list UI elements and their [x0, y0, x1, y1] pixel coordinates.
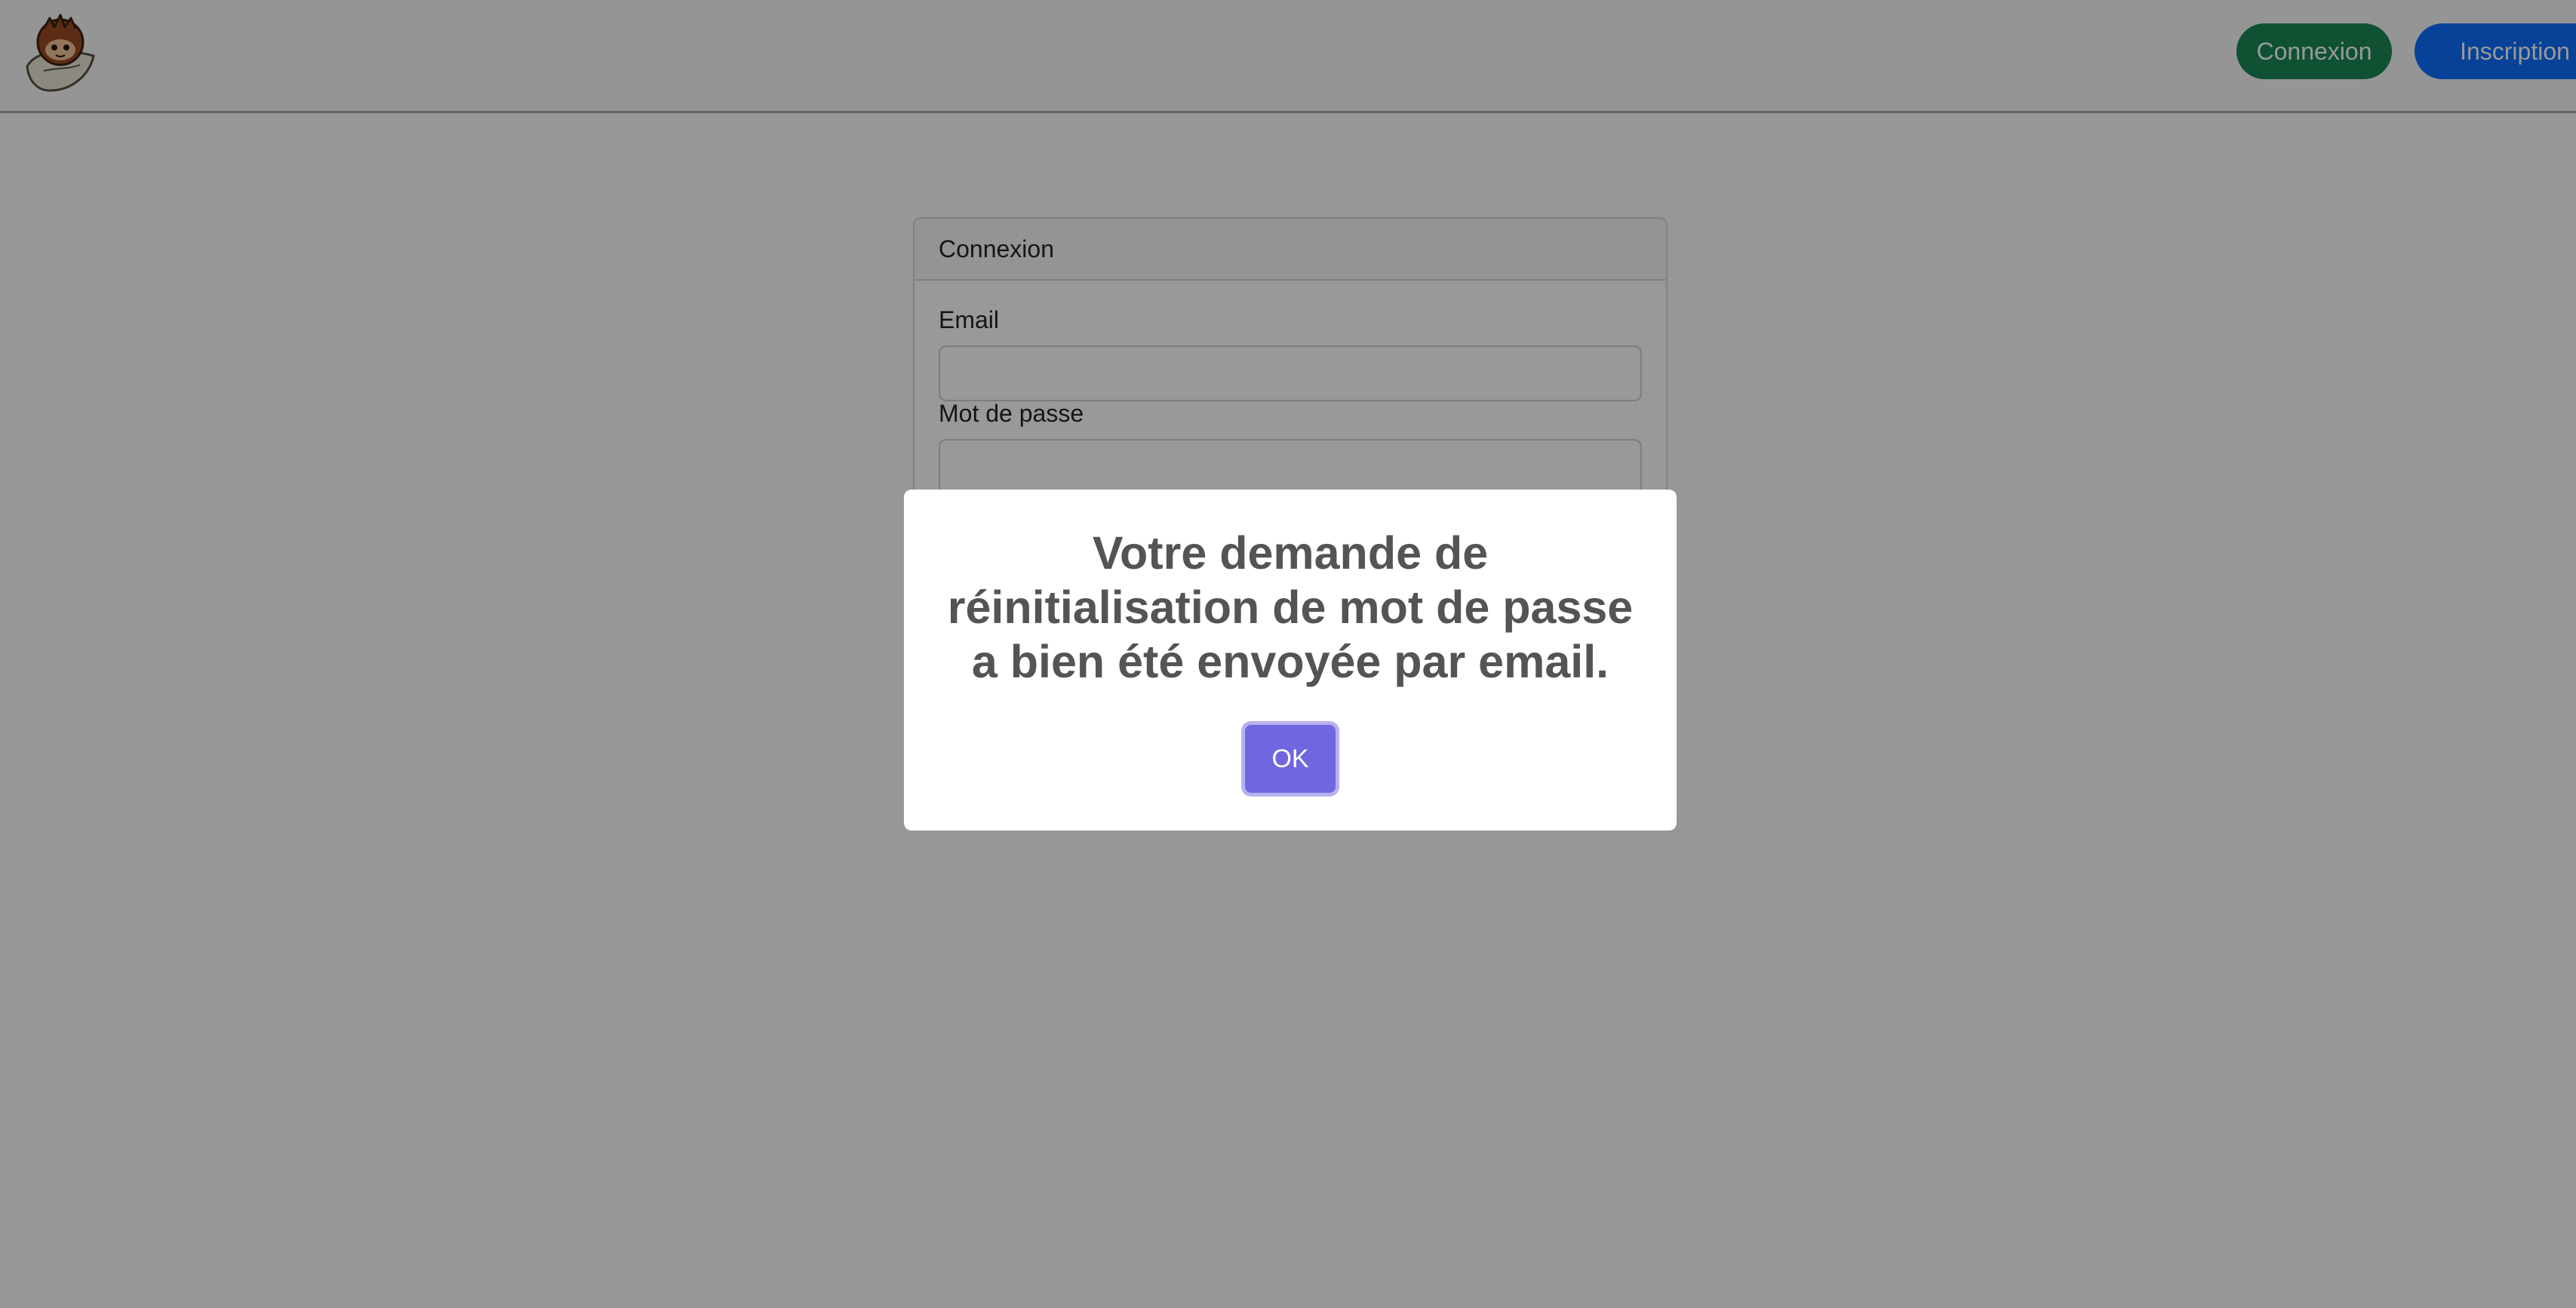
dialog-message: Votre demande de réinitialisation de mot…: [947, 527, 1634, 687]
page: Connexion Inscription Connexion Email Mo…: [0, 0, 2576, 1308]
success-dialog: Votre demande de réinitialisation de mot…: [904, 490, 1677, 831]
ok-button[interactable]: OK: [1245, 725, 1336, 793]
